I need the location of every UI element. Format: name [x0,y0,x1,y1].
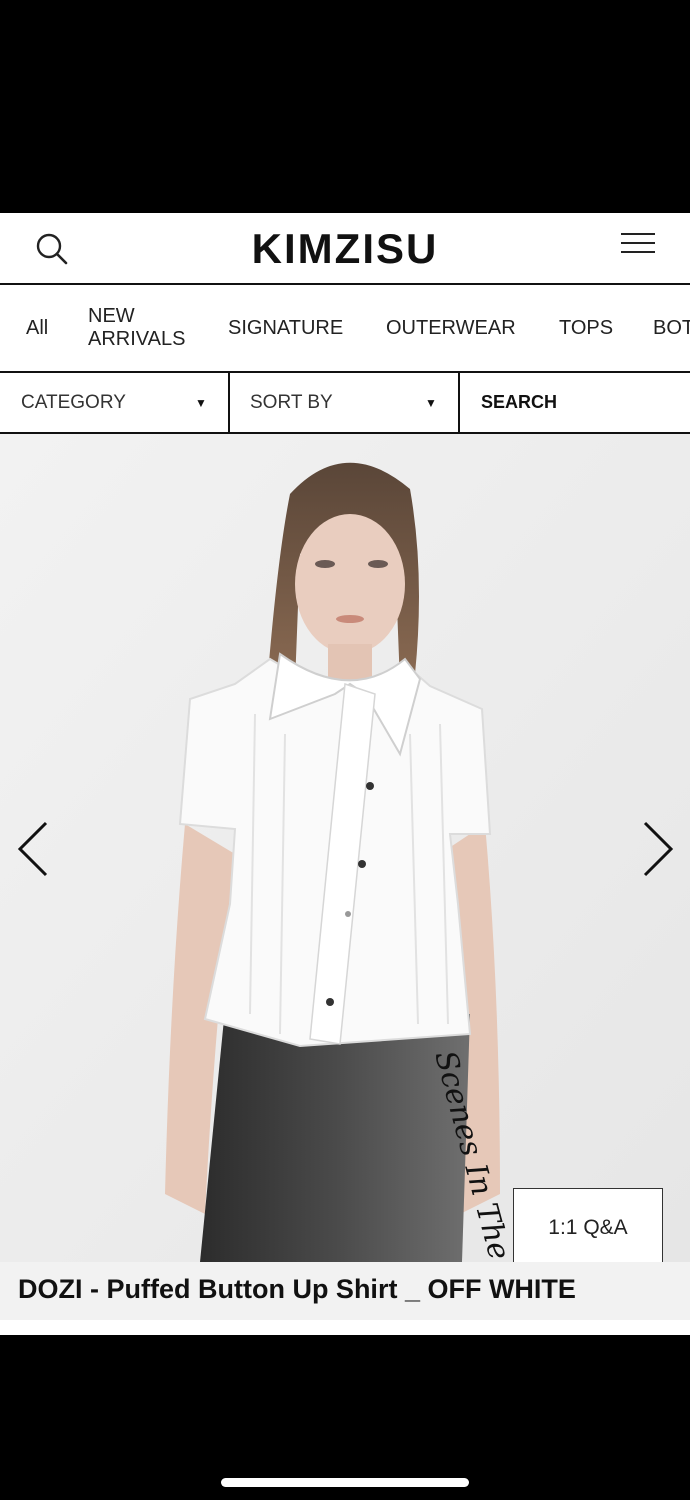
chevron-left-icon [17,821,48,877]
next-image-button[interactable] [637,819,677,879]
filter-bar: CATEGORY ▼ SORT BY ▼ SEARCH [0,373,690,434]
hamburger-menu-icon[interactable] [621,233,657,259]
brand-logo[interactable]: KIMZISU [0,221,690,277]
product-title[interactable]: DOZI - Puffed Button Up Shirt _ OFF WHIT… [18,1274,576,1305]
tab-bottoms[interactable]: BOT [653,285,690,371]
search-label: SEARCH [481,392,558,412]
tab-tops[interactable]: TOPS [559,285,613,371]
caret-down-icon: ▼ [425,395,437,410]
caret-down-icon: ▼ [195,395,207,410]
app-screen: KIMZISU All NEW ARRIVALS SIGNATURE OUTER… [0,213,690,1335]
tab-signature[interactable]: SIGNATURE [228,285,343,371]
product-image[interactable]: Scenes In The Ste 1:1 Q&A [0,434,690,1262]
category-tabs: All NEW ARRIVALS SIGNATURE OUTERWEAR TOP… [0,285,690,373]
search-filter-button[interactable]: SEARCH [460,373,690,432]
category-label: CATEGORY [21,391,126,413]
chevron-right-icon [643,821,674,877]
tab-new-arrivals[interactable]: NEW ARRIVALS [88,285,198,371]
tab-outerwear[interactable]: OUTERWEAR [386,285,516,371]
category-dropdown[interactable]: CATEGORY ▼ [0,373,228,432]
qa-button[interactable]: 1:1 Q&A [513,1188,663,1262]
sort-dropdown[interactable]: SORT BY ▼ [230,373,458,432]
product-photo-illustration: Scenes In The Ste [0,434,690,1262]
product-title-bar: DOZI - Puffed Button Up Shirt _ OFF WHIT… [0,1262,690,1320]
tab-all[interactable]: All [26,285,48,371]
home-indicator[interactable] [221,1478,469,1487]
site-header: KIMZISU [0,213,690,285]
previous-image-button[interactable] [14,819,54,879]
sort-label: SORT BY [250,391,333,413]
